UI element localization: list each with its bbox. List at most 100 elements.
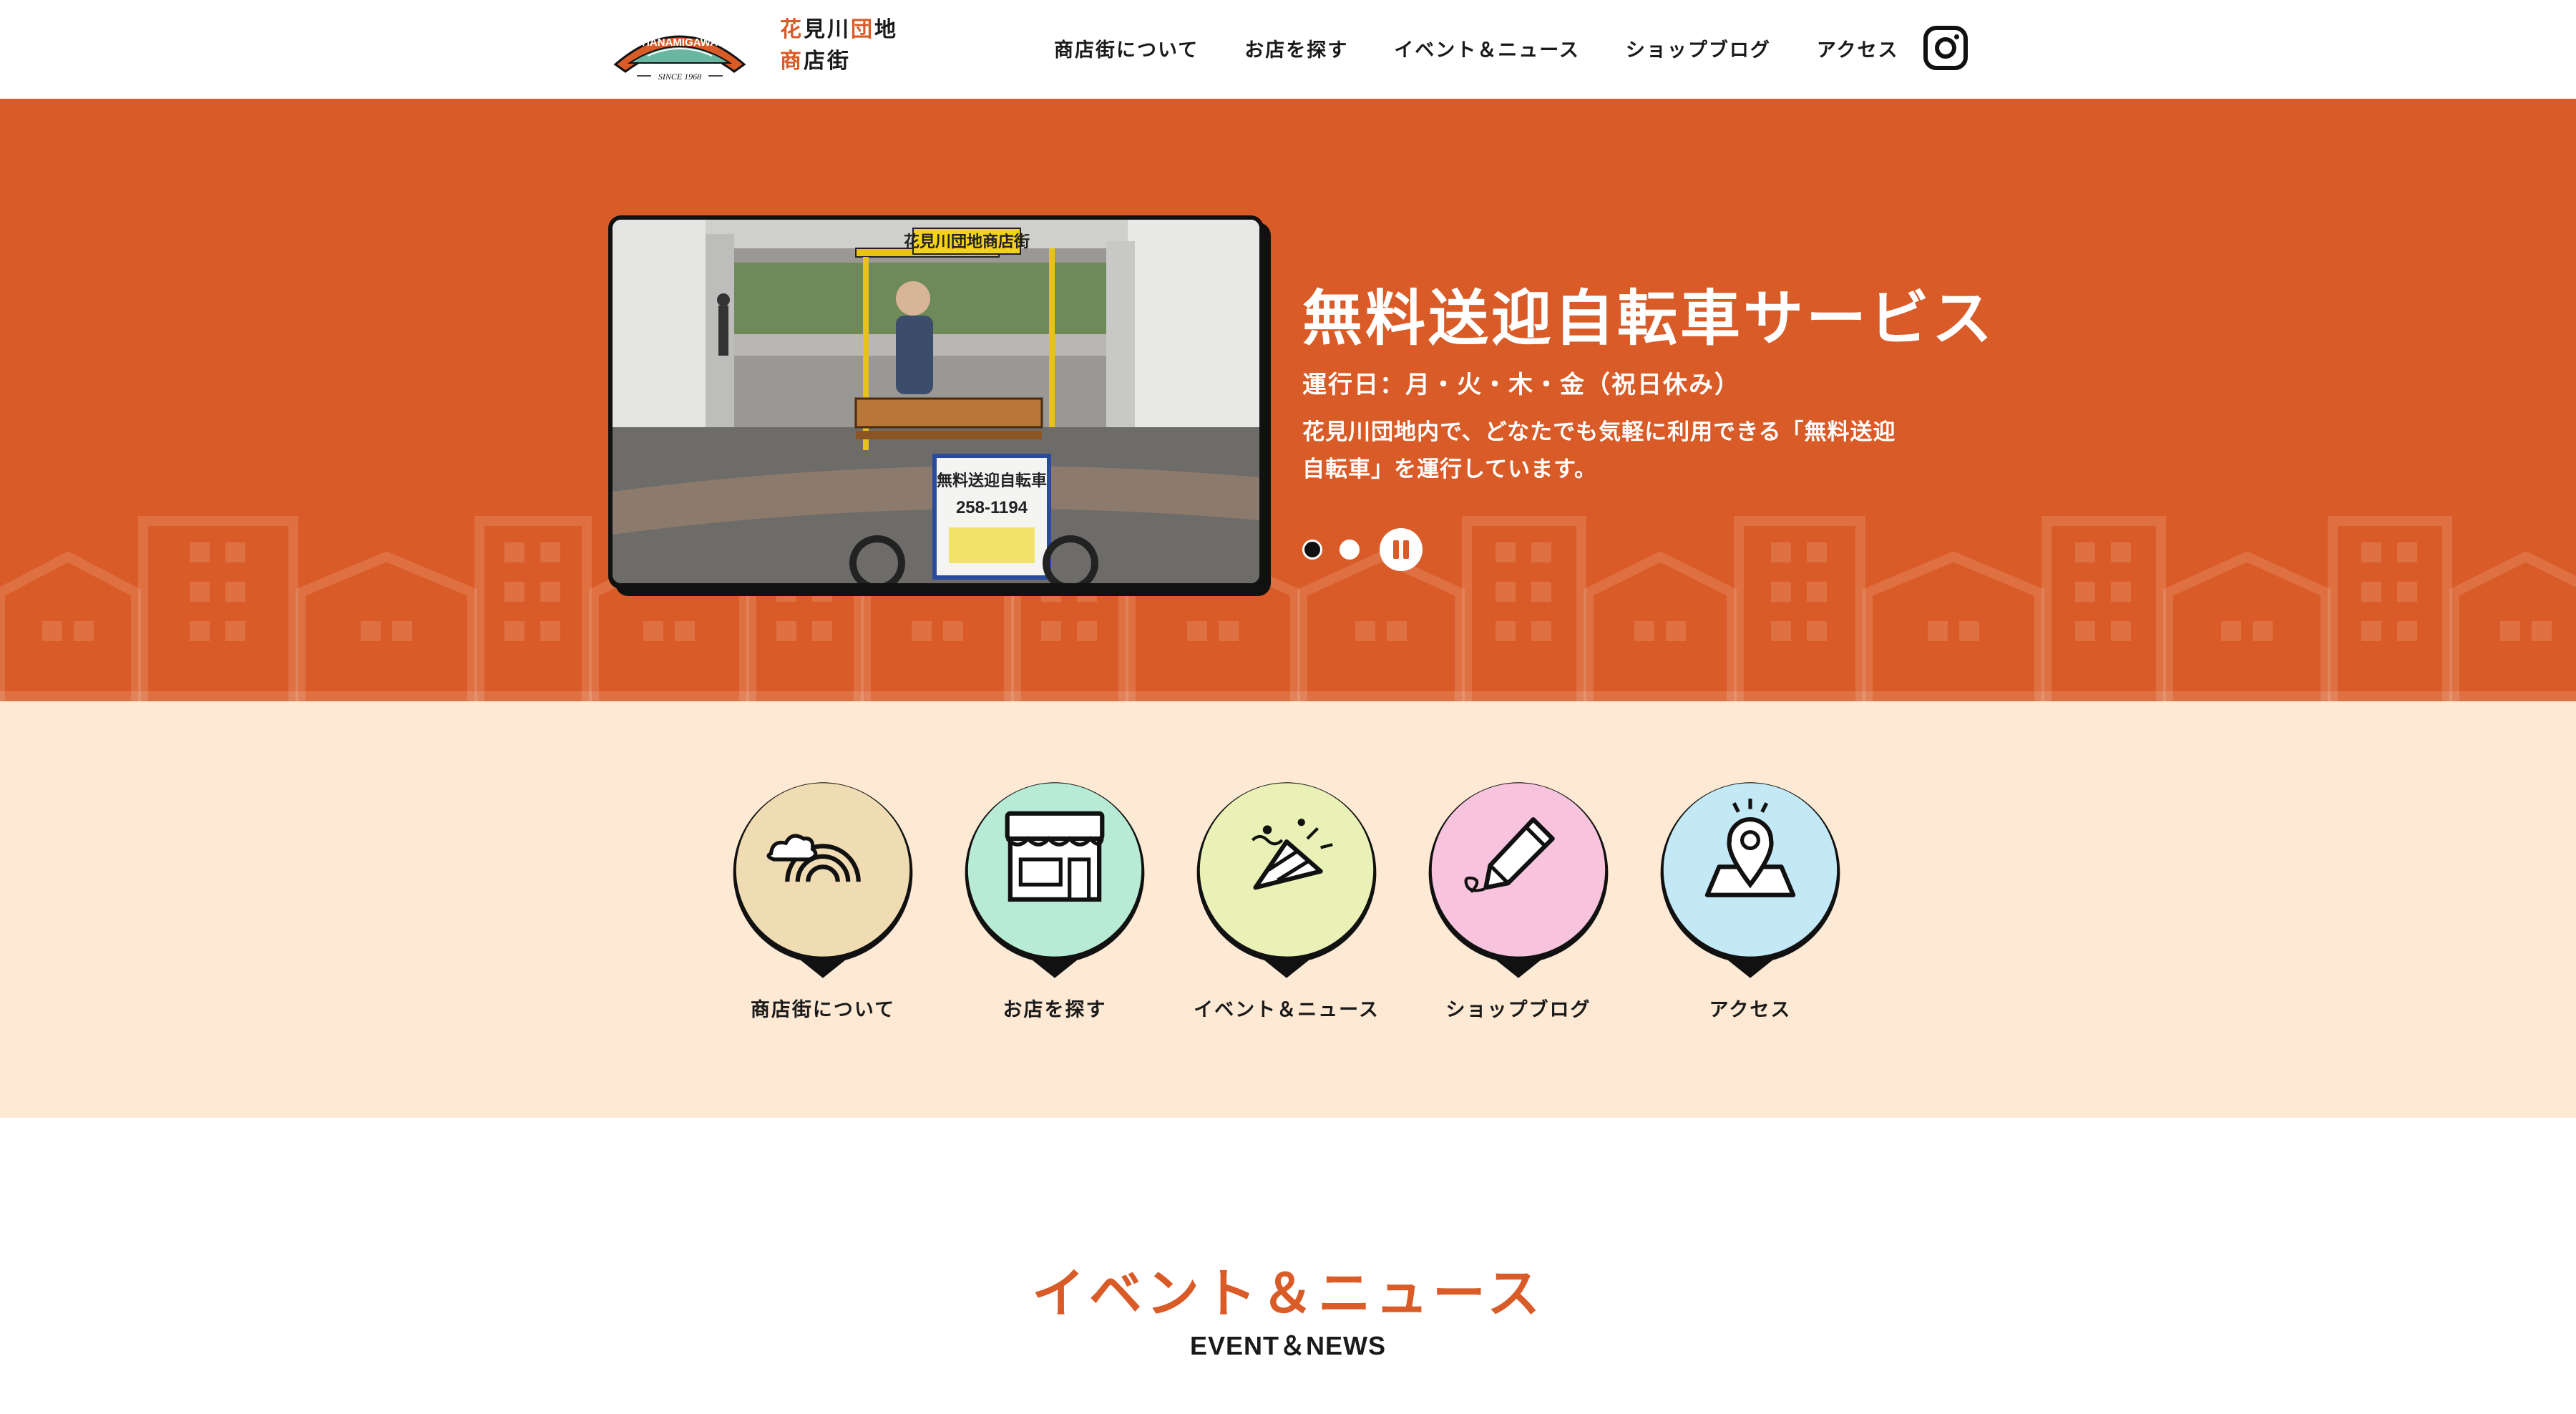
pause-icon[interactable] (1380, 528, 1423, 571)
slide-subtitle: 運行日：月・火・木・金（祝日休み） (1302, 371, 1740, 399)
category-pencil[interactable]: ショップブログ (1418, 776, 1619, 1022)
skyline-shape (943, 621, 963, 641)
skyline-shape (1387, 621, 1407, 641)
skyline-shape (2532, 621, 2552, 641)
skyline-shape (1771, 542, 1791, 562)
skyline-shape (74, 621, 94, 641)
skyline-shape (1077, 621, 1097, 641)
brand-char: 花 (780, 17, 804, 42)
category-label: アクセス (1709, 999, 1792, 1021)
skyline-shape (2163, 551, 2331, 701)
brand-name[interactable]: 花見川団地 商店街 (780, 14, 898, 77)
map-pin-icon (1660, 782, 1840, 978)
skyline-pattern (0, 516, 2576, 701)
category-label: 商店街について (750, 999, 896, 1021)
skyline-shape (0, 691, 2576, 701)
skyline-shape (2075, 542, 2095, 562)
skyline-shape (1634, 621, 1654, 641)
skyline-shape (812, 621, 832, 641)
slide-title: 無料送迎自転車サービス (1302, 283, 1996, 354)
skyline-shape (1863, 551, 2044, 701)
skyline-shape (474, 516, 592, 701)
instagram-icon[interactable] (1922, 24, 1969, 72)
skyline-shape (190, 621, 210, 641)
skyline-shape (1496, 582, 1516, 602)
category-storefront[interactable]: お店を探す (955, 776, 1155, 1022)
nav-item-4[interactable]: アクセス (1817, 34, 1899, 62)
skyline-shape (2361, 621, 2381, 641)
skyline-shape (1297, 551, 1465, 701)
category-party-popper[interactable]: イベント＆ニュース (1186, 776, 1387, 1022)
skyline-shape (675, 621, 695, 641)
skyline-shape (1531, 542, 1551, 562)
party-popper-icon (1196, 782, 1377, 978)
slide-image-frame[interactable]: 花見川団地商店街 無料送迎自転車 258-1194 (608, 215, 1264, 589)
nav-item-3[interactable]: ショップブログ (1626, 34, 1771, 62)
skyline-shape (912, 621, 932, 641)
nav-item-0[interactable]: 商店街について (1054, 34, 1199, 62)
category-label: ショップブログ (1445, 999, 1591, 1021)
skyline-shape (1807, 582, 1827, 602)
skyline-shape (1531, 582, 1551, 602)
skyline-shape (2075, 582, 2095, 602)
skyline-shape (190, 582, 210, 602)
skyline-shape (2111, 621, 2131, 641)
skyline-shape (2221, 621, 2241, 641)
pencil-icon (1428, 782, 1609, 978)
section-subtitle: EVENT＆NEWS (1189, 1331, 1387, 1360)
skyline-shape (1219, 621, 1239, 641)
skyline-shape (1666, 621, 1686, 641)
skyline-shape (1584, 551, 1737, 701)
nav-item-2[interactable]: イベント＆ニュース (1394, 34, 1580, 62)
skyline-shape (540, 621, 560, 641)
skyline-shape (2397, 582, 2417, 602)
nav-item-1[interactable]: お店を探す (1244, 34, 1348, 62)
skyline-shape (225, 542, 245, 562)
brand-line-1: 花見川団地 (780, 14, 898, 46)
skyline-shape (643, 621, 663, 641)
brand-char: 街 (827, 49, 851, 74)
rainbow-icon (733, 782, 913, 978)
brand-char: 団 (851, 17, 874, 42)
brand-char: 商 (780, 49, 804, 74)
skyline-shape (1496, 621, 1516, 641)
slider-dot-1[interactable] (1302, 540, 1322, 560)
skyline-shape (2328, 516, 2452, 701)
skyline-shape (1807, 542, 1827, 562)
brand-line-2: 商店街 (780, 46, 898, 77)
skyline-shape (225, 621, 245, 641)
photo-sign-board: 無料送迎自転車 (937, 472, 1047, 490)
skyline-shape (296, 551, 477, 701)
site-header: HANAMIGAWA SINCE 1968 花見川団地 商店街 商店街について お… (0, 0, 2576, 99)
skyline-shape (1734, 516, 1865, 701)
skyline-shape (1462, 516, 1586, 701)
slider-dot-2[interactable] (1340, 540, 1360, 560)
skyline-shape (1807, 621, 1827, 641)
brand-char: 地 (874, 17, 898, 42)
skyline-shape (1187, 621, 1207, 641)
storefront-icon (965, 782, 1145, 978)
skyline-shape (1928, 621, 1948, 641)
slider-pagination (1302, 528, 1423, 571)
skyline-shape (138, 516, 298, 701)
skyline-shape (776, 621, 796, 641)
skyline-shape (1771, 582, 1791, 602)
category-label: お店を探す (1002, 999, 1107, 1021)
category-map-pin[interactable]: アクセス (1650, 776, 1850, 1022)
category-band: 商店街について お店を探す イベント＆ニュース ショップブログ アクセス (0, 701, 2576, 1118)
hero-slider: 花見川団地商店街 無料送迎自転車 258-1194 無料送迎自転車サービス 運行… (0, 99, 2576, 701)
category-rainbow[interactable]: 商店街について (723, 776, 923, 1022)
logo-text-bottom: SINCE 1968 (658, 72, 701, 82)
skyline-shape (504, 582, 525, 602)
photo-sign-top: 花見川団地商店街 (904, 233, 1030, 251)
section-title: イベント＆ニュース (1031, 1263, 1545, 1325)
skyline-shape (2253, 621, 2273, 641)
skyline-shape (1041, 621, 1061, 641)
category-label: イベント＆ニュース (1194, 999, 1380, 1021)
brand-char: 川 (827, 17, 851, 42)
slide-description: 花見川団地内で、どなたでも気軽に利用できる「無料送迎自転車」を運行しています。 (1302, 419, 1896, 482)
site-logo[interactable]: HANAMIGAWA SINCE 1968 (608, 13, 751, 84)
skyline-shape (225, 582, 245, 602)
skyline-shape (2041, 516, 2166, 701)
skyline-shape (2111, 582, 2131, 602)
